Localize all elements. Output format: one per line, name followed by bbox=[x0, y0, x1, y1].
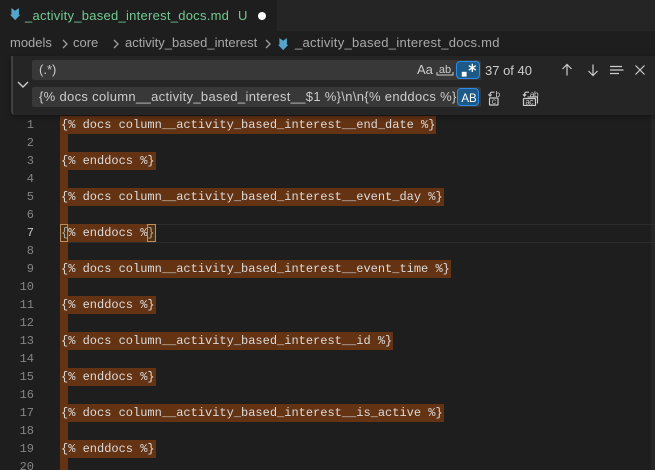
svg-text:AB: AB bbox=[461, 93, 477, 105]
svg-text:ac: ac bbox=[525, 98, 534, 106]
svg-text:ab: ab bbox=[439, 64, 451, 76]
svg-text:c: c bbox=[492, 98, 497, 106]
